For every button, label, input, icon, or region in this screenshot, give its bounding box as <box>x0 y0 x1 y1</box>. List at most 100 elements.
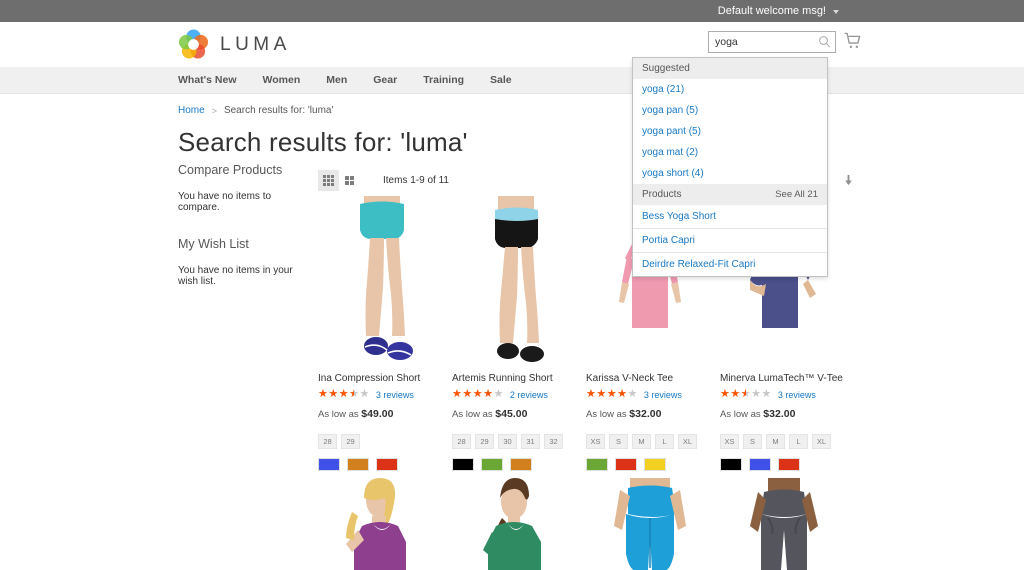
breadcrumb-separator: > <box>211 105 217 116</box>
review-count-link[interactable]: 3 reviews <box>376 390 414 400</box>
view-mode-switcher <box>318 170 360 191</box>
size-swatch[interactable]: XL <box>812 434 831 449</box>
product-image[interactable] <box>586 478 714 570</box>
autocomplete-product-list: Bess Yoga Short Portia Capri Deirdre Rel… <box>633 205 827 276</box>
product-name[interactable]: Karissa V-Neck Tee <box>586 373 714 384</box>
color-swatch[interactable] <box>644 458 666 471</box>
product-image[interactable] <box>452 196 580 364</box>
welcome-dropdown[interactable]: Default welcome msg! <box>718 5 839 17</box>
breadcrumb-home-link[interactable]: Home <box>178 105 205 116</box>
size-swatch[interactable]: 29 <box>341 434 360 449</box>
review-count-link[interactable]: 3 reviews <box>778 390 816 400</box>
size-swatch[interactable]: S <box>609 434 628 449</box>
grid-view-button[interactable] <box>318 170 339 191</box>
wishlist-empty: You have no items in your wish list. <box>178 265 293 287</box>
product-image[interactable] <box>318 196 446 364</box>
search-icon[interactable] <box>818 35 831 48</box>
size-swatch[interactable]: 31 <box>521 434 540 449</box>
color-swatch[interactable] <box>720 458 742 471</box>
product-price: As low as $49.00 <box>318 408 446 420</box>
nav-item-men[interactable]: Men <box>326 74 347 86</box>
product-rating: ★★★★★ ★★★★★ 3 reviews <box>586 389 714 400</box>
color-swatch[interactable] <box>586 458 608 471</box>
color-swatch[interactable] <box>347 458 369 471</box>
size-swatch[interactable]: XL <box>678 434 697 449</box>
price-prefix: As low as <box>452 409 493 420</box>
search-input[interactable] <box>708 31 836 53</box>
color-swatch[interactable] <box>778 458 800 471</box>
grid-icon <box>323 175 334 186</box>
nav-item-gear[interactable]: Gear <box>373 74 397 86</box>
color-swatch[interactable] <box>615 458 637 471</box>
size-swatch[interactable]: L <box>655 434 674 449</box>
nav-item-training[interactable]: Training <box>423 74 464 86</box>
size-swatches: XS S M L XL <box>586 434 714 449</box>
product-grid-row-2 <box>318 478 858 570</box>
color-swatches <box>318 458 446 471</box>
product-name[interactable]: Minerva LumaTech™ V-Tee <box>720 373 848 384</box>
price-value: $32.00 <box>763 408 796 420</box>
size-swatch[interactable]: L <box>789 434 808 449</box>
product-name[interactable]: Artemis Running Short <box>452 373 580 384</box>
product-price: As low as $32.00 <box>720 408 848 420</box>
product-image[interactable] <box>318 478 446 570</box>
breadcrumb-current: Search results for: 'luma' <box>223 105 334 116</box>
search-autocomplete-dropdown[interactable]: Suggested yoga (21) yoga pan (5) yoga pa… <box>632 57 828 277</box>
size-swatches: 28 29 <box>318 434 446 449</box>
sidebar: Compare Products You have no items to co… <box>178 163 313 311</box>
search-box[interactable] <box>708 31 836 53</box>
autocomplete-suggestion[interactable]: yoga pant (5) <box>633 121 827 142</box>
star-rating: ★★★★★ ★★★★★ <box>586 389 638 400</box>
autocomplete-product[interactable]: Bess Yoga Short <box>633 205 827 228</box>
size-swatch[interactable]: XS <box>720 434 739 449</box>
review-count-link[interactable]: 2 reviews <box>510 390 548 400</box>
size-swatch[interactable]: 28 <box>318 434 337 449</box>
logo-text: LUMA <box>220 33 291 55</box>
product-rating: ★★★★★ ★★★★★ 3 reviews <box>318 389 446 400</box>
product-card[interactable]: Ina Compression Short ★★★★★ ★★★★★ 3 revi… <box>318 196 446 471</box>
size-swatch[interactable]: 30 <box>498 434 517 449</box>
color-swatch[interactable] <box>318 458 340 471</box>
autocomplete-products-header: Products See All 21 <box>633 184 827 205</box>
color-swatch[interactable] <box>376 458 398 471</box>
size-swatch[interactable]: S <box>743 434 762 449</box>
size-swatch[interactable]: XS <box>586 434 605 449</box>
product-image[interactable] <box>720 478 848 570</box>
product-image[interactable] <box>452 478 580 570</box>
site-header: LUMA <box>0 22 1024 67</box>
autocomplete-suggestion[interactable]: yoga pan (5) <box>633 100 827 121</box>
size-swatch[interactable]: 32 <box>544 434 563 449</box>
review-count-link[interactable]: 3 reviews <box>644 390 682 400</box>
logo-link[interactable]: LUMA <box>178 29 291 60</box>
nav-item-women[interactable]: Women <box>263 74 301 86</box>
nav-item-whats-new[interactable]: What's New <box>178 74 237 86</box>
color-swatches <box>452 458 580 471</box>
size-swatch[interactable]: M <box>632 434 651 449</box>
product-name[interactable]: Ina Compression Short <box>318 373 446 384</box>
welcome-message: Default welcome msg! <box>717 5 826 17</box>
color-swatch[interactable] <box>510 458 532 471</box>
price-prefix: As low as <box>720 409 761 420</box>
size-swatch[interactable]: 28 <box>452 434 471 449</box>
color-swatch[interactable] <box>749 458 771 471</box>
nav-item-sale[interactable]: Sale <box>490 74 512 86</box>
autocomplete-suggestion[interactable]: yoga (21) <box>633 79 827 100</box>
autocomplete-suggestion[interactable]: yoga mat (2) <box>633 142 827 163</box>
autocomplete-suggestion[interactable]: yoga short (4) <box>633 163 827 184</box>
color-swatch[interactable] <box>452 458 474 471</box>
stars-filled: ★★★★★ <box>586 389 628 400</box>
compare-products-title: Compare Products <box>178 163 283 177</box>
autocomplete-product[interactable]: Deirdre Relaxed-Fit Capri <box>633 252 827 276</box>
price-prefix: As low as <box>586 409 627 420</box>
size-swatch[interactable]: 29 <box>475 434 494 449</box>
size-swatch[interactable]: M <box>766 434 785 449</box>
list-view-button[interactable] <box>339 170 360 191</box>
sort-descending-icon[interactable] <box>843 175 854 186</box>
product-card[interactable]: Artemis Running Short ★★★★★ ★★★★★ 2 revi… <box>452 196 580 471</box>
color-swatch[interactable] <box>481 458 503 471</box>
see-all-link[interactable]: See All 21 <box>775 189 818 200</box>
autocomplete-product[interactable]: Portia Capri <box>633 228 827 252</box>
cart-icon[interactable] <box>843 31 862 50</box>
products-label: Products <box>642 189 682 200</box>
main-navigation: What's New Women Men Gear Training Sale <box>0 67 1024 94</box>
